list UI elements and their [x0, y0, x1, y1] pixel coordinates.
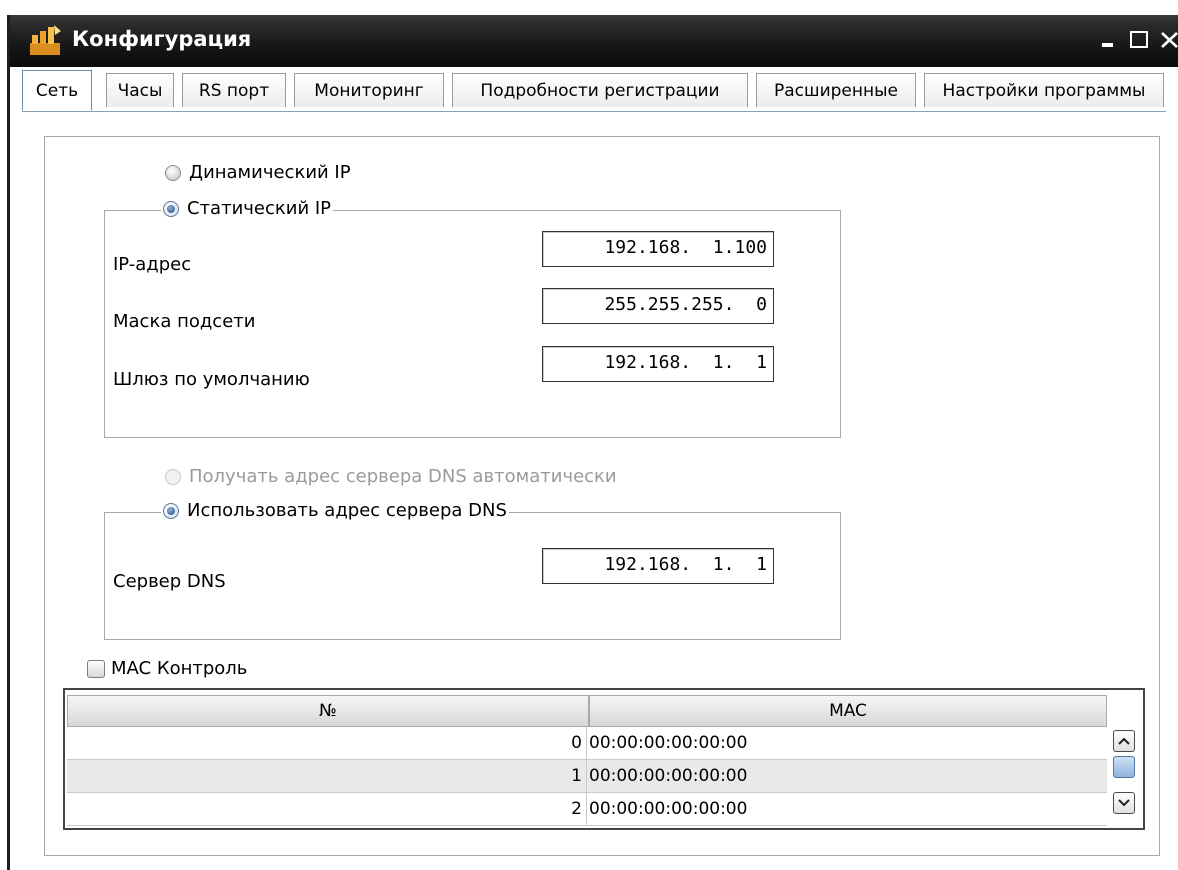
table-row[interactable]: 1 00:00:00:00:00:00 — [67, 760, 1107, 793]
radio-dynamic-ip[interactable]: Динамический IP — [165, 162, 351, 183]
tab-program-settings[interactable]: Настройки программы — [924, 73, 1164, 107]
dns-server-label: Сервер DNS — [113, 571, 226, 592]
mac-table-header: № MAC — [67, 695, 1107, 727]
row-mac: 00:00:00:00:00:00 — [589, 733, 748, 753]
radio-dns-manual[interactable]: Использовать адрес сервера DNS — [161, 500, 509, 521]
row-number: 0 — [67, 727, 587, 759]
tab-network[interactable]: Сеть — [22, 70, 92, 111]
radio-dynamic-ip-indicator[interactable] — [165, 164, 181, 181]
window-title: Конфигурация — [72, 27, 252, 51]
row-number: 1 — [67, 760, 587, 792]
app-icon — [30, 25, 61, 55]
radio-dns-manual-label: Использовать адрес сервера DNS — [187, 500, 507, 521]
radio-static-ip-label: Статический IP — [187, 198, 332, 219]
scroll-down-button[interactable] — [1113, 792, 1135, 814]
row-number: 2 — [67, 793, 587, 825]
radio-dns-manual-indicator[interactable] — [163, 502, 179, 519]
close-icon — [1161, 32, 1178, 48]
tab-bar: Сеть Часы RS порт Мониторинг Подробности… — [22, 70, 1166, 112]
dns-server-input[interactable]: 192.168. 1. 1 — [542, 548, 774, 584]
tab-clock[interactable]: Часы — [106, 73, 174, 107]
radio-dns-auto-indicator[interactable] — [165, 468, 181, 485]
radio-static-ip-indicator[interactable] — [163, 200, 179, 217]
gateway-input[interactable]: 192.168. 1. 1 — [542, 346, 774, 382]
tab-monitoring[interactable]: Мониторинг — [294, 73, 444, 107]
column-header-number[interactable]: № — [67, 695, 589, 727]
ip-address-input[interactable]: 192.168. 1.100 — [542, 231, 774, 267]
mac-control-label: MAC Контроль — [111, 658, 248, 679]
mac-control-checkbox-row[interactable]: MAC Контроль — [87, 658, 247, 679]
tab-advanced[interactable]: Расширенные — [756, 73, 916, 107]
chevron-down-icon — [1118, 799, 1130, 807]
table-row[interactable]: 0 00:00:00:00:00:00 — [67, 727, 1107, 760]
minimize-button[interactable] — [1096, 26, 1124, 54]
maximize-icon — [1130, 31, 1148, 48]
row-mac: 00:00:00:00:00:00 — [589, 799, 748, 819]
minimize-icon — [1102, 43, 1113, 47]
table-row[interactable]: 2 00:00:00:00:00:00 — [67, 793, 1107, 826]
radio-dns-auto[interactable]: Получать адрес сервера DNS автоматически — [165, 466, 617, 487]
config-window: Конфигурация Сеть Часы RS порт Мониторин… — [7, 15, 1178, 870]
scroll-thumb[interactable] — [1113, 756, 1135, 778]
maximize-button[interactable] — [1126, 26, 1154, 54]
radio-static-ip[interactable]: Статический IP — [161, 198, 334, 219]
mac-table: № MAC 0 00:00:00:00:00:00 1 00:00:00:00:… — [63, 688, 1145, 830]
row-mac: 00:00:00:00:00:00 — [589, 766, 748, 786]
tab-rs-port[interactable]: RS порт — [182, 73, 286, 107]
radio-dynamic-ip-label: Динамический IP — [189, 162, 351, 183]
subnet-mask-label: Маска подсети — [113, 311, 256, 332]
radio-dns-auto-label: Получать адрес сервера DNS автоматически — [189, 466, 617, 487]
gateway-label: Шлюз по умолчанию — [113, 369, 310, 390]
ip-address-label: IP-адрес — [113, 254, 192, 275]
subnet-mask-input[interactable]: 255.255.255. 0 — [542, 288, 774, 324]
chevron-up-icon — [1118, 737, 1130, 745]
close-button[interactable] — [1156, 26, 1178, 54]
title-bar[interactable]: Конфигурация — [10, 15, 1178, 67]
table-scrollbar[interactable] — [1113, 730, 1137, 824]
scroll-up-button[interactable] — [1113, 730, 1135, 752]
column-header-mac[interactable]: MAC — [589, 695, 1107, 727]
tab-registration-details[interactable]: Подробности регистрации — [452, 73, 748, 107]
mac-control-checkbox[interactable] — [87, 659, 105, 678]
